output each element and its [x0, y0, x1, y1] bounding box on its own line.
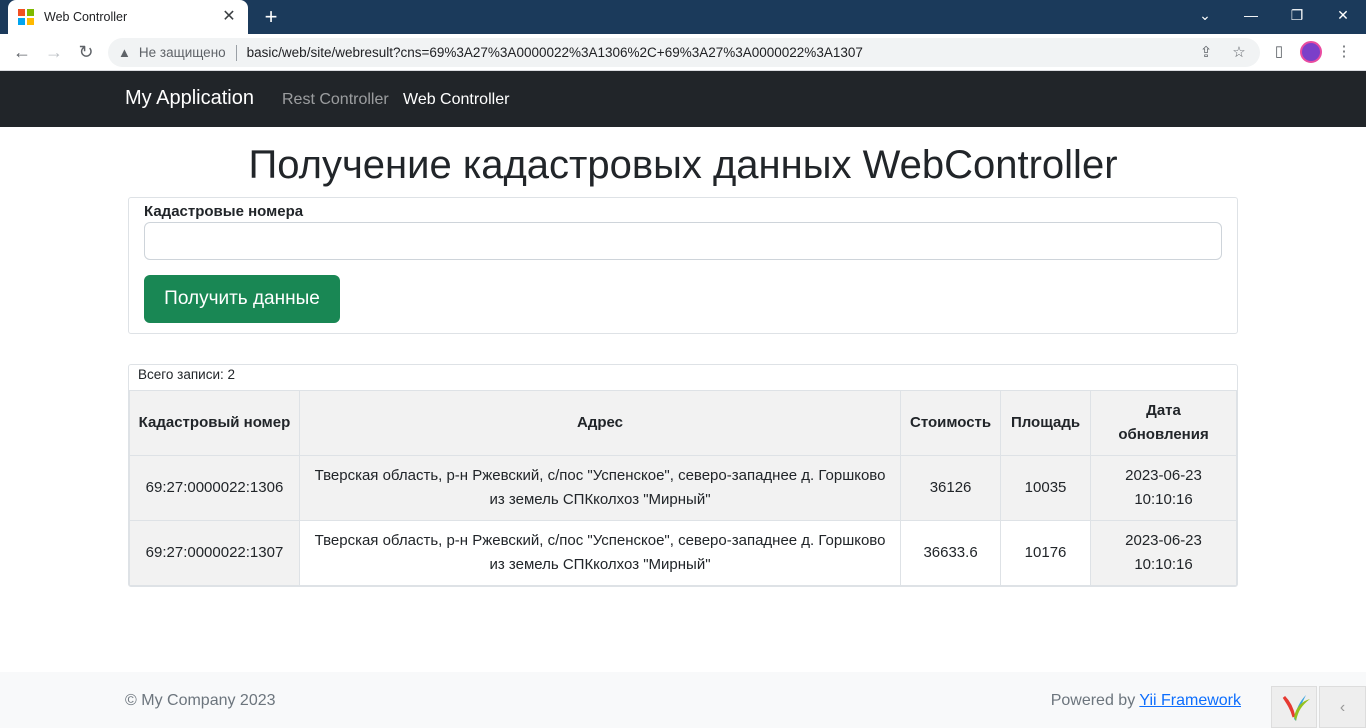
nav-link-web-controller[interactable]: Web Controller — [403, 91, 509, 109]
cell-updated: 2023-06-23 10:10:16 — [1090, 455, 1237, 521]
minimize-icon[interactable]: — — [1228, 0, 1274, 30]
powered-by: Powered by Yii Framework — [1051, 692, 1241, 710]
browser-tab[interactable]: Web Controller ✕ — [8, 0, 248, 34]
cell-area: 10176 — [1000, 520, 1092, 586]
get-data-button[interactable]: Получить данные — [144, 275, 340, 323]
column-header-cost: Стоимость — [900, 390, 1002, 456]
url-text[interactable]: basic/web/site/webresult?cns=69%3A27%3A0… — [247, 45, 863, 60]
powered-by-prefix: Powered by — [1050, 692, 1140, 709]
results-table: Кадастровый номер Адрес Стоимость Площад… — [129, 390, 1237, 586]
address-bar: ← → ↻ ▲ Не защищено basic/web/site/webre… — [0, 34, 1366, 71]
omnibox-divider — [235, 44, 237, 61]
results-grid: Всего записи: 2 Кадастровый номер Адрес … — [128, 364, 1238, 587]
copyright: © My Company 2023 — [125, 692, 276, 709]
new-tab-button[interactable]: + — [258, 4, 284, 30]
column-header-area: Площадь — [1000, 390, 1092, 456]
share-icon[interactable]: ⇪ — [1196, 43, 1216, 61]
bookmark-star-icon[interactable]: ☆ — [1229, 43, 1249, 61]
table-row: 69:27:0000022:1307 Тверская область, р-н… — [129, 520, 1237, 586]
profile-avatar[interactable] — [1300, 41, 1322, 63]
cell-number: 69:27:0000022:1306 — [129, 455, 300, 521]
table-header-row: Кадастровый номер Адрес Стоимость Площад… — [129, 390, 1237, 456]
browser-tab-strip: Web Controller ✕ + ⌄ — ❐ ✕ — [0, 0, 1366, 34]
favicon-icon — [18, 9, 34, 25]
cell-address: Тверская область, р-н Ржевский, с/пос "У… — [298, 520, 902, 586]
cell-number: 69:27:0000022:1307 — [129, 520, 300, 586]
window-close-icon[interactable]: ✕ — [1320, 0, 1366, 30]
page-title: Получение кадастровых данных WebControll… — [248, 143, 1118, 187]
reload-icon[interactable]: ↻ — [72, 38, 100, 66]
warning-icon[interactable]: ▲ — [118, 45, 131, 60]
table-row: 69:27:0000022:1306 Тверская область, р-н… — [129, 455, 1237, 521]
back-icon[interactable]: ← — [8, 38, 36, 66]
cadastral-form: Кадастровые номера Получить данные — [128, 197, 1238, 334]
side-panel-icon[interactable]: ▯ — [1268, 42, 1290, 60]
yii-debug-logo-icon[interactable] — [1271, 686, 1317, 728]
restore-icon[interactable]: ❐ — [1274, 0, 1320, 30]
footer: © My Company 2023 Powered by Yii Framewo… — [0, 672, 1366, 728]
cell-updated: 2023-06-23 10:10:16 — [1090, 520, 1237, 586]
column-header-address: Адрес — [298, 390, 902, 456]
cell-area: 10035 — [1000, 455, 1092, 521]
cell-cost: 36126 — [900, 455, 1002, 521]
cell-cost: 36633.6 — [900, 520, 1002, 586]
yii-framework-link[interactable]: Yii Framework — [1139, 692, 1241, 709]
cadastral-numbers-label: Кадастровые номера — [144, 203, 304, 220]
security-status[interactable]: Не защищено — [139, 45, 226, 60]
cell-address: Тверская область, р-н Ржевский, с/пос "У… — [298, 455, 902, 521]
debug-toolbar-toggle[interactable]: ‹ — [1319, 686, 1366, 728]
menu-kebab-icon[interactable]: ⋮ — [1333, 42, 1355, 60]
grid-summary: Всего записи: 2 — [138, 367, 235, 382]
forward-icon[interactable]: → — [40, 38, 68, 66]
tab-close-icon[interactable]: ✕ — [220, 8, 238, 26]
brand-link[interactable]: My Application — [125, 87, 254, 110]
tab-title: Web Controller — [44, 10, 128, 24]
cadastral-numbers-input[interactable] — [144, 222, 1222, 260]
column-header-number: Кадастровый номер — [129, 390, 300, 456]
column-header-updated: Дата обновления — [1090, 390, 1237, 456]
app-navbar: My Application Rest Controller Web Contr… — [0, 71, 1366, 127]
omnibox[interactable]: ▲ Не защищено basic/web/site/webresult?c… — [108, 38, 1260, 67]
nav-link-rest-controller[interactable]: Rest Controller — [282, 91, 389, 109]
tab-search-icon[interactable]: ⌄ — [1182, 0, 1228, 30]
